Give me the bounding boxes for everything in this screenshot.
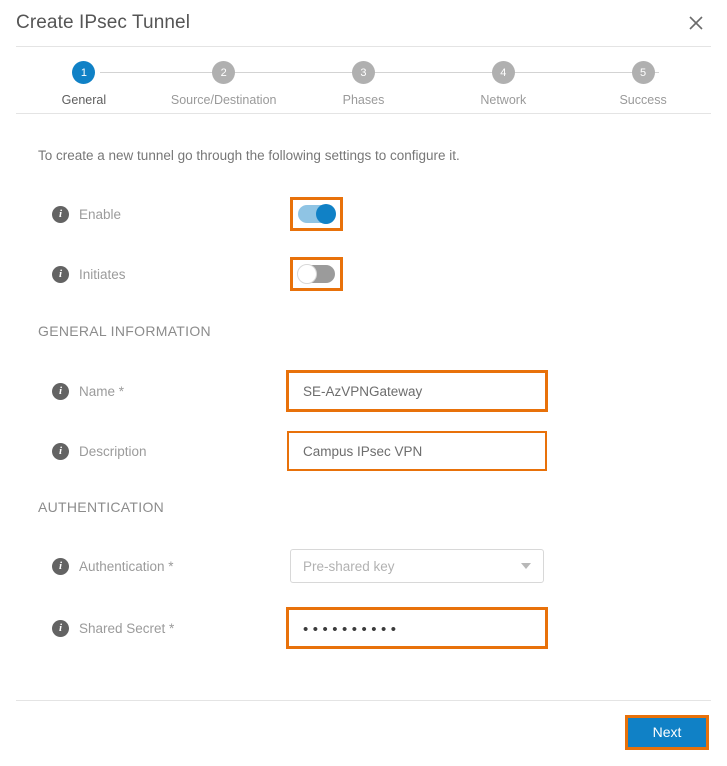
toggle-knob: [297, 264, 317, 284]
dialog-header: Create IPsec Tunnel: [0, 0, 727, 46]
step-label: Success: [619, 93, 667, 107]
field-label: Enable: [79, 206, 122, 222]
step-success[interactable]: 5 Success: [573, 61, 713, 107]
info-icon[interactable]: i: [52, 557, 69, 575]
step-number[interactable]: 2: [212, 61, 236, 84]
field-label: Shared Secret *: [79, 620, 175, 636]
chevron-down-icon: [521, 563, 531, 569]
step-label: General: [61, 93, 107, 107]
toggle-knob: [316, 204, 336, 224]
field-label: Description: [79, 443, 147, 459]
info-icon[interactable]: i: [52, 382, 69, 400]
select-value: Pre-shared key: [303, 558, 395, 574]
dialog-footer: Next: [0, 700, 727, 766]
section-heading-authentication: AUTHENTICATION: [38, 499, 165, 515]
label-authentication-method: i Authentication *: [52, 557, 290, 575]
dialog-body: To create a new tunnel go through the fo…: [0, 114, 727, 662]
step-general[interactable]: 1 General: [14, 61, 240, 107]
initiates-toggle[interactable]: [297, 264, 335, 284]
label-description: i Description: [52, 442, 290, 460]
step-number[interactable]: 3: [351, 61, 375, 84]
label-name: i Name *: [52, 382, 290, 400]
next-button[interactable]: Next: [628, 718, 706, 747]
info-icon[interactable]: i: [52, 265, 69, 283]
info-icon[interactable]: i: [52, 619, 69, 637]
step-source-destination[interactable]: 2 Source/Destination: [154, 61, 380, 107]
row-authentication-method: i Authentication * Pre-shared key: [52, 549, 727, 583]
footer-actions: Next: [0, 701, 727, 750]
info-icon[interactable]: i: [52, 205, 69, 223]
label-enable: i Enable: [52, 205, 290, 223]
intro-text: To create a new tunnel go through the fo…: [38, 148, 460, 163]
step-number[interactable]: 4: [491, 61, 515, 84]
next-button-highlight: Next: [625, 715, 709, 750]
shared-secret-input[interactable]: ••••••••••: [286, 607, 548, 649]
row-name: i Name * SE-AzVPNGateway: [52, 370, 727, 412]
label-initiates: i Initiates: [52, 265, 290, 283]
name-input[interactable]: SE-AzVPNGateway: [286, 370, 548, 412]
enable-toggle-highlight: [290, 197, 343, 231]
step-label: Source/Destination: [170, 93, 277, 107]
row-initiates: i Initiates: [52, 257, 727, 291]
initiates-toggle-highlight: [290, 257, 343, 291]
row-shared-secret: i Shared Secret * ••••••••••: [52, 607, 727, 649]
section-heading-general-information: GENERAL INFORMATION: [38, 323, 211, 339]
row-description: i Description Campus IPsec VPN: [52, 431, 727, 471]
step-label: Network: [480, 93, 527, 107]
field-label: Authentication *: [79, 558, 174, 574]
label-shared-secret: i Shared Secret *: [52, 619, 290, 637]
step-network[interactable]: 4 Network: [433, 61, 660, 107]
row-enable: i Enable: [52, 197, 727, 231]
step-label: Phases: [342, 93, 385, 107]
wizard-stepper: 1 General 2 Source/Destination 3 Phases …: [14, 47, 713, 113]
authentication-method-select[interactable]: Pre-shared key: [290, 549, 544, 583]
field-label: Initiates: [79, 266, 126, 282]
step-phases[interactable]: 3 Phases: [294, 61, 520, 107]
description-input[interactable]: Campus IPsec VPN: [287, 431, 547, 471]
step-number[interactable]: 1: [72, 61, 96, 84]
info-icon[interactable]: i: [52, 442, 69, 460]
close-icon[interactable]: [683, 10, 709, 36]
page-title: Create IPsec Tunnel: [16, 12, 191, 33]
enable-toggle[interactable]: [298, 204, 336, 224]
step-number[interactable]: 5: [631, 61, 655, 84]
field-label: Name *: [79, 383, 125, 399]
shared-secret-value: ••••••••••: [303, 620, 401, 638]
